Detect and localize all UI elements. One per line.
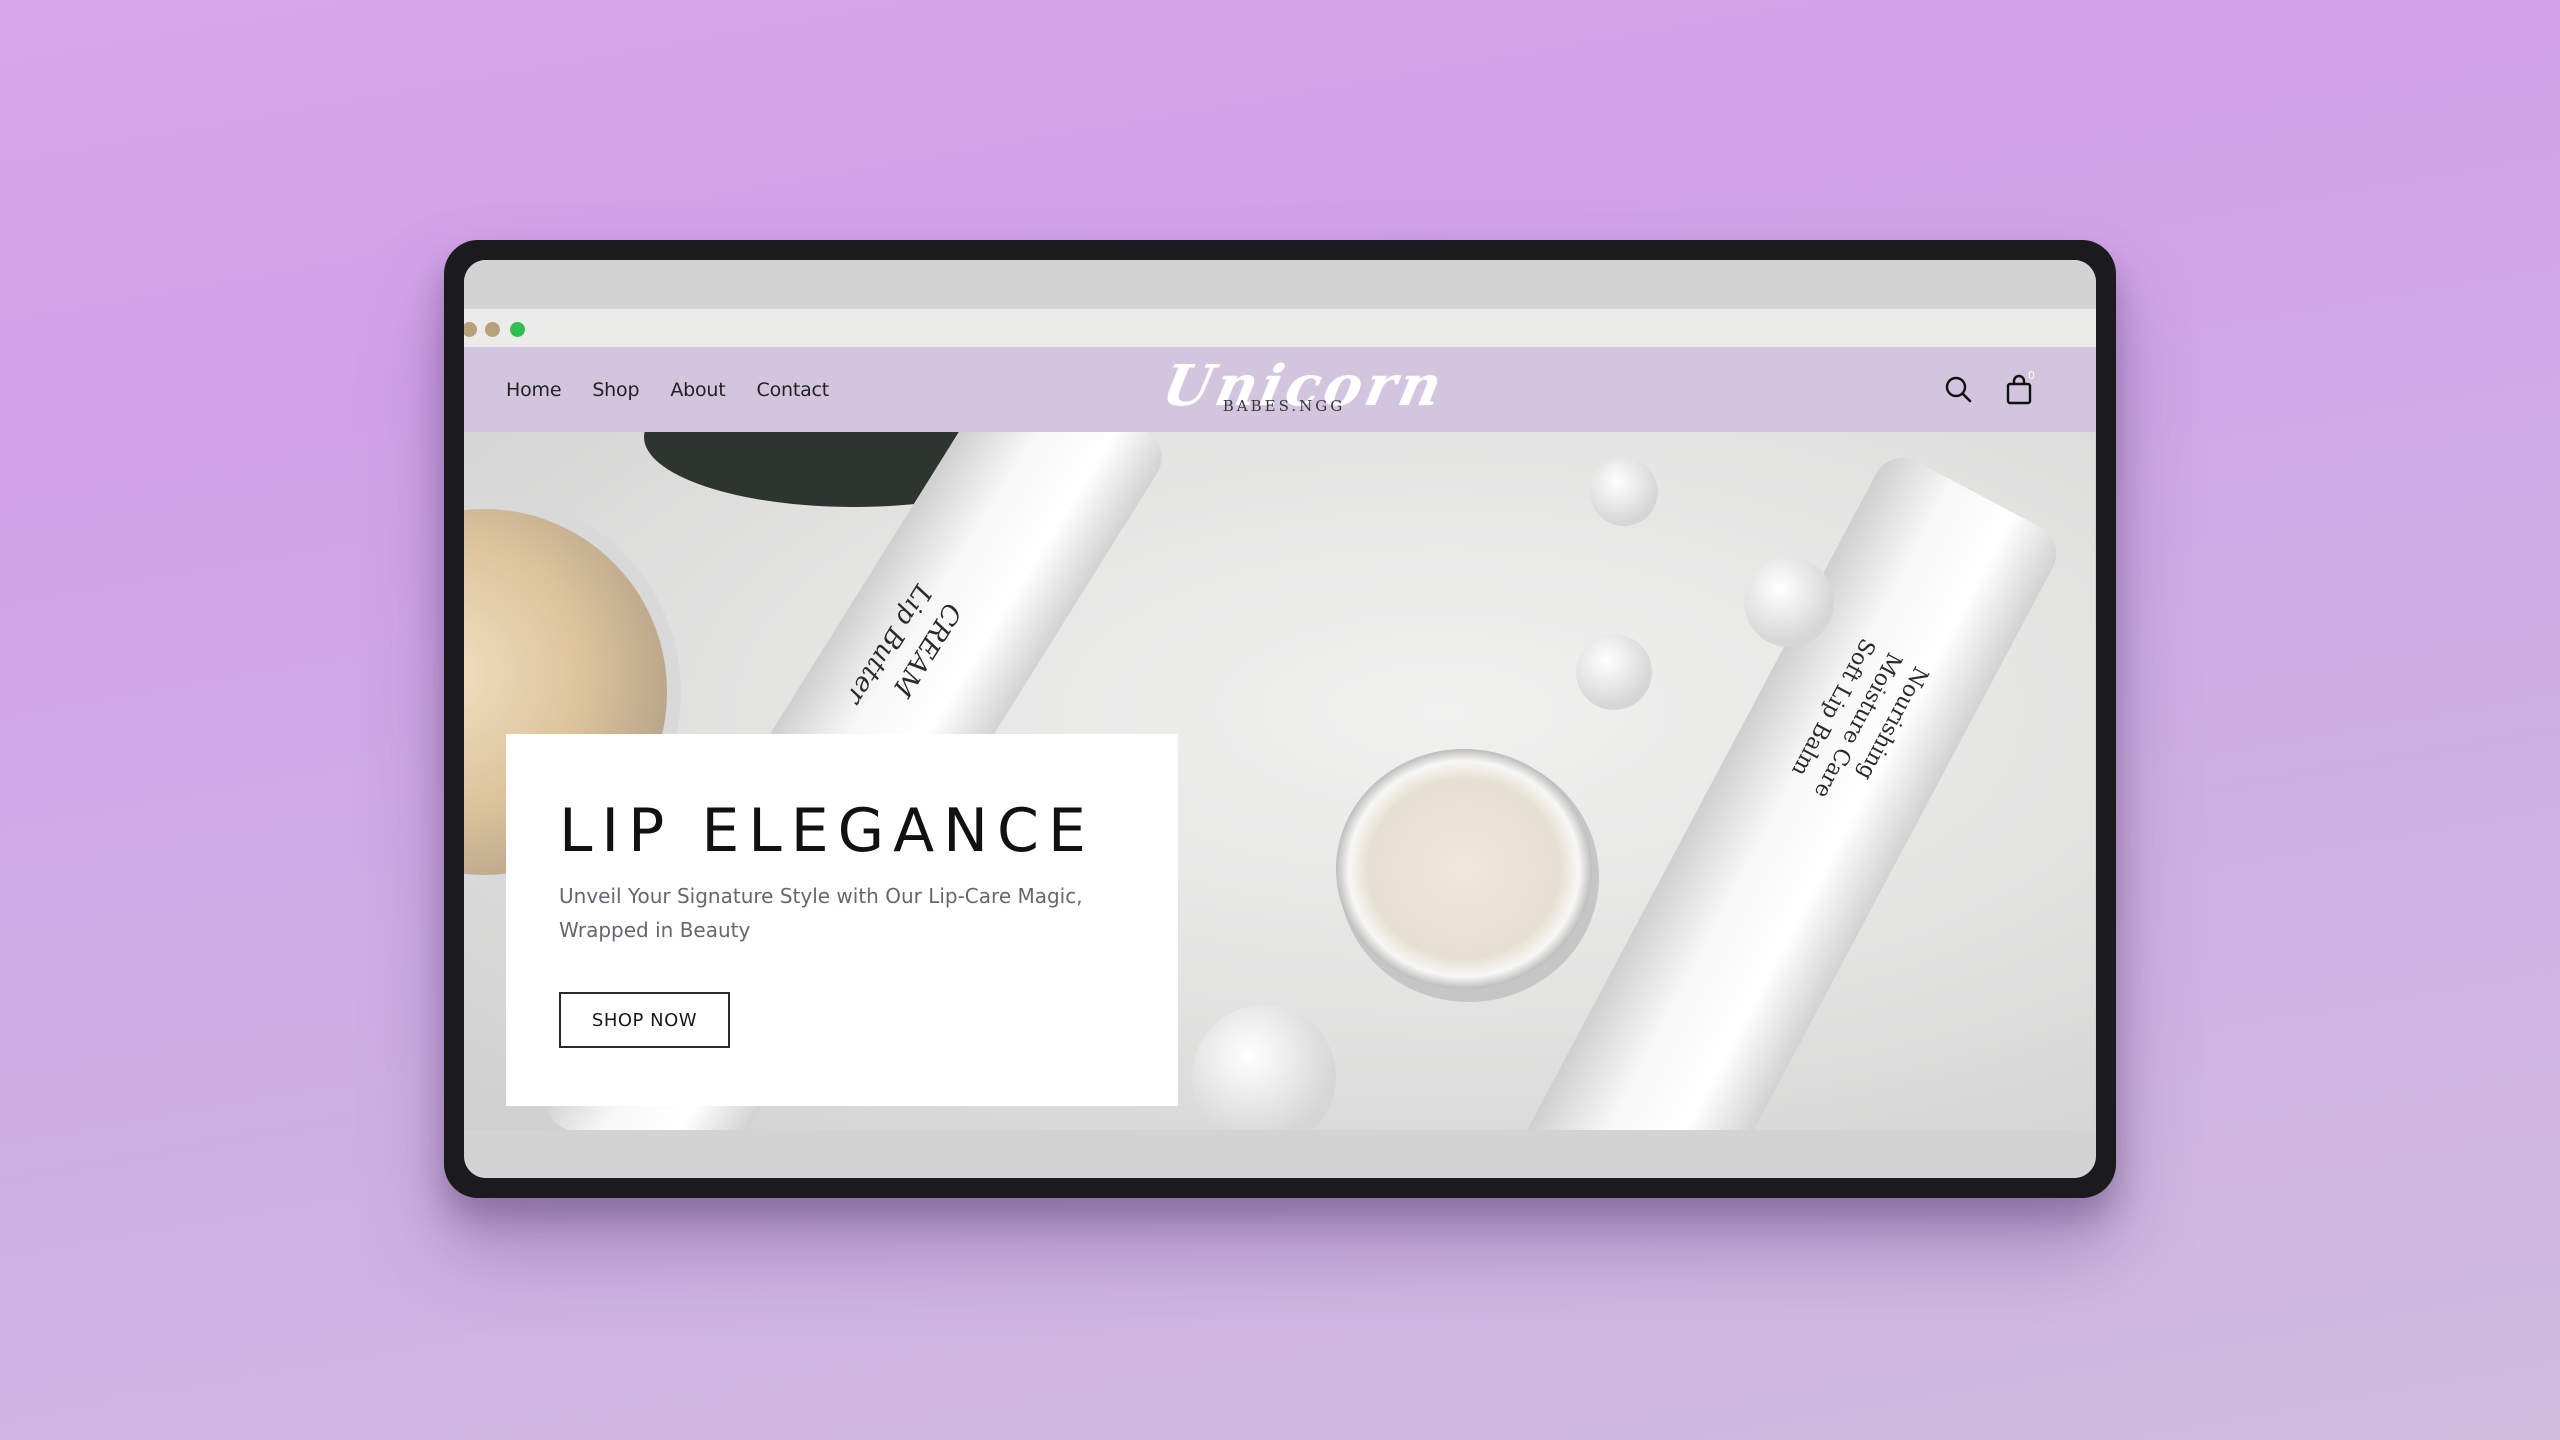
browser-toolbar	[464, 309, 2096, 347]
hero-banner: Lip Butter CREAM Soft Lip Balm Moisture …	[464, 432, 2095, 1130]
browser-title-bar	[464, 260, 2096, 309]
nav-about[interactable]: About	[670, 379, 725, 401]
logo-subtitle: BABES.NGG	[1222, 397, 1346, 415]
brand-logo[interactable]: Unicorn BABES.NGG	[1157, 353, 1452, 427]
search-icon	[1945, 376, 1972, 403]
nav-shop[interactable]: Shop	[592, 379, 639, 401]
window-close-dot[interactable]	[464, 322, 477, 337]
device-frame: Home Shop About Contact Unicorn BABES.NG…	[444, 240, 2116, 1198]
nav-contact[interactable]: Contact	[757, 379, 830, 401]
site-header: Home Shop About Contact Unicorn BABES.NG…	[464, 347, 2096, 432]
window-minimize-dot[interactable]	[485, 322, 500, 337]
hero-title: LIP ELEGANCE	[559, 796, 1095, 866]
nav-home[interactable]: Home	[506, 379, 562, 401]
cart-count-badge: 0	[2028, 369, 2035, 382]
cart-button[interactable]: 0	[2002, 369, 2036, 407]
hero-subtitle: Unveil Your Signature Style with Our Lip…	[559, 884, 1083, 942]
main-nav: Home Shop About Contact	[506, 347, 829, 432]
browser-bottom-strip	[464, 1130, 2096, 1178]
shop-now-button[interactable]: SHOP NOW	[559, 992, 730, 1048]
browser-window: Home Shop About Contact Unicorn BABES.NG…	[464, 260, 2096, 1178]
window-maximize-dot[interactable]	[510, 322, 525, 337]
hero-card: LIP ELEGANCE Unveil Your Signature Style…	[506, 734, 1178, 1106]
search-button[interactable]	[1942, 373, 1976, 407]
